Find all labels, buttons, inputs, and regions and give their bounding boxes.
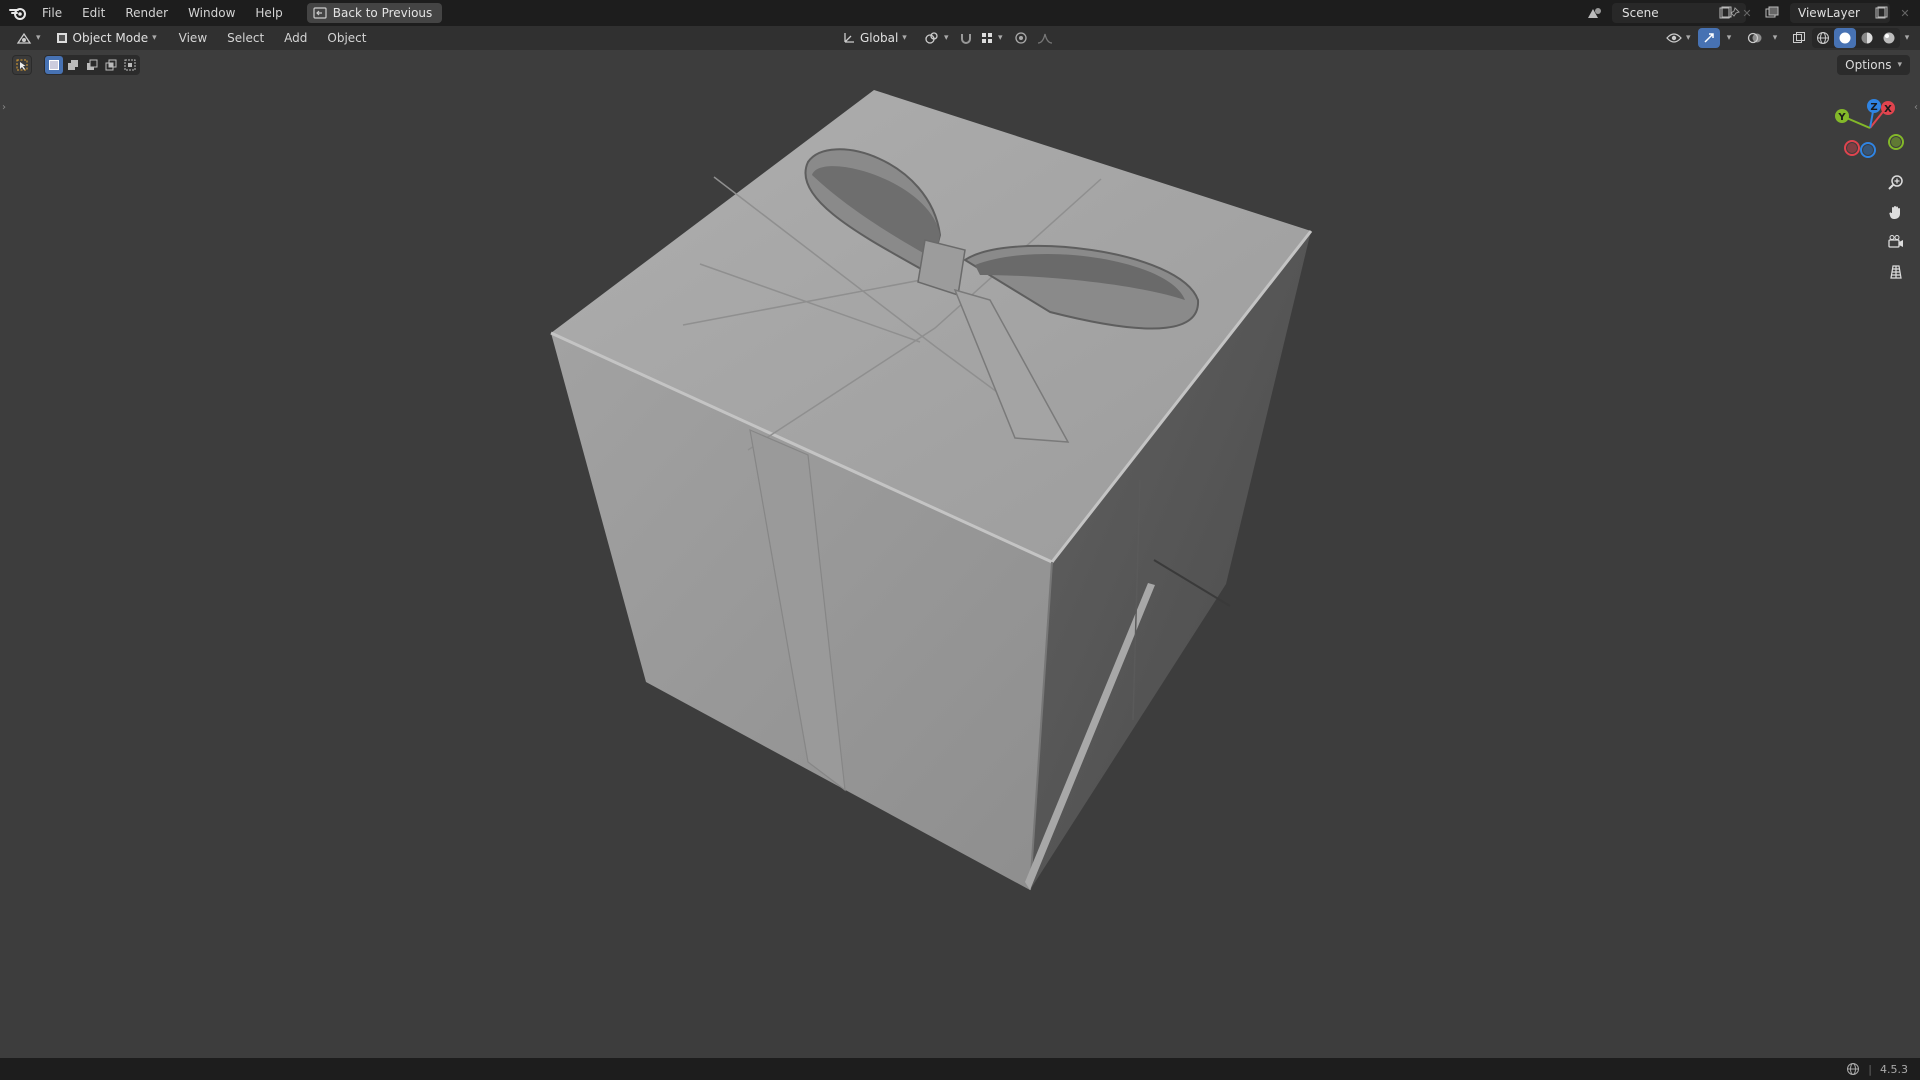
menu-add[interactable]: Add bbox=[274, 25, 317, 51]
shading-mode-group bbox=[1812, 28, 1900, 48]
scene-name: Scene bbox=[1622, 6, 1659, 20]
camera-icon bbox=[1888, 234, 1904, 250]
pan-view-button[interactable] bbox=[1884, 200, 1908, 224]
view-layer-icon[interactable] bbox=[1762, 3, 1784, 23]
neg-y-axis-fill bbox=[1891, 137, 1901, 147]
menu-window[interactable]: Window bbox=[178, 0, 245, 26]
blender-logo-icon[interactable] bbox=[4, 0, 32, 26]
menu-select[interactable]: Select bbox=[217, 25, 274, 51]
chevron-down-icon: ▾ bbox=[1686, 33, 1691, 43]
toggle-ortho-button[interactable] bbox=[1884, 260, 1908, 284]
chevron-down-icon: ▾ bbox=[1772, 33, 1778, 43]
editor-type-button[interactable]: ▾ bbox=[10, 28, 47, 48]
globe-icon bbox=[1846, 1062, 1860, 1076]
wireframe-shading-icon[interactable] bbox=[1812, 28, 1834, 48]
zoom-icon bbox=[1888, 174, 1904, 190]
visibility-dropdown[interactable]: ▾ bbox=[1660, 28, 1697, 48]
camera-view-button[interactable] bbox=[1884, 230, 1908, 254]
object-mode-dropdown[interactable]: Object Mode ▾ bbox=[49, 28, 163, 48]
chevron-down-icon: ▾ bbox=[944, 33, 949, 43]
material-shading-icon[interactable] bbox=[1856, 28, 1878, 48]
menu-view[interactable]: View bbox=[169, 25, 217, 51]
gizmo-toggle-icon[interactable] bbox=[1698, 28, 1720, 48]
chevron-down-icon: ▾ bbox=[998, 33, 1003, 43]
pivot-icon bbox=[924, 31, 940, 45]
object-mode-icon bbox=[55, 31, 69, 45]
chevron-down-icon: ▾ bbox=[1904, 33, 1910, 43]
chevron-down-icon: ▾ bbox=[1726, 33, 1732, 43]
transform-orientation-label: Global bbox=[860, 31, 899, 45]
proportional-editing-icon[interactable] bbox=[1010, 28, 1032, 48]
menu-help[interactable]: Help bbox=[245, 0, 292, 26]
transform-orientation-dropdown[interactable]: Global ▾ bbox=[836, 28, 913, 48]
overlays-toggle-icon[interactable] bbox=[1744, 28, 1766, 48]
chevron-down-icon: ▾ bbox=[36, 33, 41, 43]
new-scene-icon[interactable] bbox=[1714, 3, 1736, 23]
back-to-previous-button[interactable]: Back to Previous bbox=[306, 3, 443, 23]
delete-scene-icon[interactable]: ✕ bbox=[1736, 3, 1758, 23]
shading-options-dropdown[interactable]: ▾ bbox=[1896, 28, 1918, 48]
grid-icon bbox=[1888, 264, 1904, 280]
chevron-down-icon: ▾ bbox=[152, 33, 157, 43]
snap-grid-icon bbox=[980, 31, 994, 45]
neg-x-axis-fill bbox=[1847, 143, 1857, 153]
y-axis-label: Y bbox=[1837, 112, 1846, 123]
x-axis-label: X bbox=[1884, 104, 1892, 115]
scene-type-icon[interactable] bbox=[1584, 3, 1606, 23]
navigation-gizmo[interactable]: Y Z X bbox=[1830, 94, 1910, 164]
neg-z-axis-fill bbox=[1863, 145, 1873, 155]
back-icon bbox=[313, 7, 327, 19]
delete-view-layer-icon[interactable]: ✕ bbox=[1894, 3, 1916, 23]
chevron-down-icon: ▾ bbox=[902, 33, 907, 43]
gizmo-options-dropdown[interactable]: ▾ bbox=[1718, 28, 1740, 48]
xray-toggle-icon[interactable] bbox=[1788, 28, 1810, 48]
gift-box-mesh[interactable] bbox=[550, 90, 1313, 891]
menu-render[interactable]: Render bbox=[115, 0, 178, 26]
solid-shading-icon[interactable] bbox=[1834, 28, 1856, 48]
snap-target-dropdown[interactable]: ▾ bbox=[974, 28, 1009, 48]
status-divider: | bbox=[1868, 1062, 1872, 1076]
new-view-layer-icon[interactable] bbox=[1870, 3, 1892, 23]
menu-file[interactable]: File bbox=[32, 0, 72, 26]
menu-edit[interactable]: Edit bbox=[72, 0, 115, 26]
z-axis-label: Z bbox=[1870, 102, 1877, 113]
falloff-curve-icon[interactable] bbox=[1034, 28, 1056, 48]
viewport-editor-icon bbox=[16, 31, 32, 45]
version-label: 4.5.3 bbox=[1880, 1062, 1908, 1076]
zoom-view-button[interactable] bbox=[1884, 170, 1908, 194]
object-mode-label: Object Mode bbox=[72, 31, 149, 45]
status-bar: | 4.5.3 bbox=[0, 1058, 1920, 1080]
overlays-options-dropdown[interactable]: ▾ bbox=[1764, 28, 1786, 48]
back-to-previous-label: Back to Previous bbox=[332, 6, 433, 20]
viewport-canvas[interactable] bbox=[0, 50, 1920, 1058]
global-axes-icon bbox=[842, 31, 856, 45]
pivot-point-dropdown[interactable]: ▾ bbox=[918, 28, 955, 48]
hand-icon bbox=[1888, 204, 1904, 220]
eye-icon bbox=[1666, 32, 1682, 44]
viewport-header: ▾ Object Mode ▾ View Select Add Object G… bbox=[0, 26, 1920, 50]
top-bar: File Edit Render Window Help Back to Pre… bbox=[0, 0, 1920, 26]
menu-object[interactable]: Object bbox=[317, 25, 376, 51]
